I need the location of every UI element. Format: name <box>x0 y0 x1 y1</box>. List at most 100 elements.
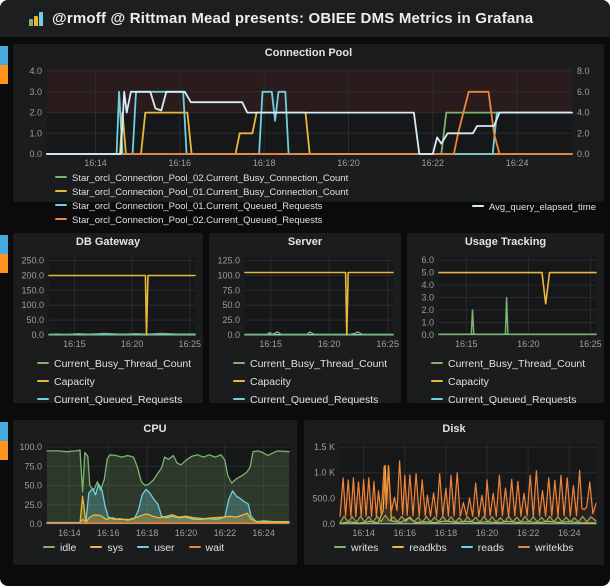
svg-text:8.0: 8.0 <box>577 66 590 76</box>
legend-label: Star_orcl_Connection_Pool_01.Current_Bus… <box>72 187 349 198</box>
legend-color-dash-icon <box>392 546 405 548</box>
legend-color-dash-icon <box>90 546 103 548</box>
legend-item-sys[interactable]: sys <box>90 542 123 554</box>
legend-label: Current_Queued_Requests <box>54 394 183 406</box>
panel-title-disk[interactable]: Disk <box>304 420 604 438</box>
svg-text:0.0: 0.0 <box>577 149 590 159</box>
svg-text:16:15: 16:15 <box>63 339 86 349</box>
legend-color-dash-icon <box>55 176 67 178</box>
legend-item-readkbs[interactable]: readkbs <box>392 542 447 554</box>
svg-text:250.0: 250.0 <box>21 256 44 266</box>
legend-color-dash-icon <box>137 546 150 548</box>
svg-text:16:20: 16:20 <box>121 339 144 349</box>
svg-text:50.0: 50.0 <box>222 300 240 310</box>
legend-color-dash-icon <box>431 380 443 382</box>
cpu-chart[interactable]: 16:14 16:16 16:18 16:20 16:22 16:24 0.0 25.0 50.… <box>13 438 295 540</box>
legend-item-star-orcl-connection-pool-01-current-busy-connection-count[interactable]: Star_orcl_Connection_Pool_01.Current_Bus… <box>55 187 348 198</box>
legend-label: writekbs <box>535 542 574 554</box>
svg-text:0.0: 0.0 <box>421 330 434 340</box>
legend-label: Capacity <box>448 376 489 388</box>
grafana-dashboard: @rmoff @ Rittman Mead presents: OBIEE DM… <box>0 0 610 586</box>
svg-text:16:16: 16:16 <box>97 528 120 538</box>
row-toggle-bottom-row[interactable] <box>0 422 8 460</box>
legend-label: Current_Busy_Thread_Count <box>54 358 192 370</box>
legend-color-dash-icon <box>188 546 201 548</box>
svg-text:100.0: 100.0 <box>19 442 42 452</box>
legend-item-current-queued-requests[interactable]: Current_Queued_Requests <box>431 391 604 409</box>
legend-item-avg-query-elapsed-time[interactable]: Avg_query_elapsed_time <box>471 202 596 213</box>
legend-color-dash-icon <box>233 398 245 400</box>
svg-text:0.0: 0.0 <box>322 519 335 529</box>
svg-text:16:20: 16:20 <box>476 528 499 538</box>
legend-item-idle[interactable]: idle <box>43 542 76 554</box>
svg-text:2.0: 2.0 <box>421 305 434 315</box>
disk-legend: writes readkbs reads writekbs <box>304 540 604 554</box>
svg-text:16:25: 16:25 <box>179 339 201 349</box>
legend-color-dash-icon <box>55 190 67 192</box>
legend-label: Capacity <box>54 376 95 388</box>
legend-item-capacity[interactable]: Capacity <box>431 373 604 391</box>
legend-color-dash-icon <box>37 362 49 364</box>
svg-text:200.0: 200.0 <box>21 271 44 281</box>
svg-text:16:16: 16:16 <box>169 158 192 168</box>
server-legend: Current_Busy_Thread_Count Capacity Current… <box>209 351 401 409</box>
usage-tracking-chart[interactable]: 16:15 16:20 16:25 0.0 1.0 2.0 3.0 4.0 5.0 6.0 <box>407 251 602 351</box>
svg-text:0.0: 0.0 <box>29 149 42 159</box>
panel-title-db-gateway[interactable]: DB Gateway <box>13 233 203 251</box>
legend-item-current-queued-requests[interactable]: Current_Queued_Requests <box>37 391 203 409</box>
panel-title-cpu[interactable]: CPU <box>13 420 297 438</box>
svg-text:4.0: 4.0 <box>421 280 434 290</box>
panel-title-connection-pool[interactable]: Connection Pool <box>13 44 604 62</box>
server-chart[interactable]: 16:15 16:20 16:25 0.0 25.0 50.0 75.0 100.0 125.0 <box>209 251 399 351</box>
svg-text:6.0: 6.0 <box>421 255 434 265</box>
legend-label: readkbs <box>409 542 447 554</box>
grafana-logo-icon <box>29 11 43 26</box>
svg-text:16:18: 16:18 <box>435 528 458 538</box>
disk-chart[interactable]: 16:14 16:16 16:18 16:20 16:22 16:24 0.0 500.0 1.… <box>304 438 602 540</box>
row-toggle-connection-pool[interactable] <box>0 46 8 84</box>
legend-label: Avg_query_elapsed_time <box>488 202 596 213</box>
legend-item-capacity[interactable]: Capacity <box>233 373 401 391</box>
legend-item-current-busy-thread-count[interactable]: Current_Busy_Thread_Count <box>233 355 401 373</box>
svg-text:1.5 K: 1.5 K <box>314 442 335 452</box>
svg-text:16:18: 16:18 <box>136 528 159 538</box>
legend-item-writes[interactable]: writes <box>334 542 378 554</box>
svg-text:16:20: 16:20 <box>175 528 198 538</box>
legend-item-user[interactable]: user <box>137 542 175 554</box>
legend-item-current-busy-thread-count[interactable]: Current_Busy_Thread_Count <box>37 355 203 373</box>
svg-text:16:25: 16:25 <box>376 339 399 349</box>
legend-color-dash-icon <box>43 546 55 548</box>
legend-color-dash-icon <box>431 398 443 400</box>
legend-item-star-orcl-connection-pool-02-current-busy-connection-count[interactable]: Star_orcl_Connection_Pool_02.Current_Bus… <box>55 173 348 184</box>
panel-title-server[interactable]: Server <box>209 233 401 251</box>
svg-text:500.0: 500.0 <box>312 493 335 503</box>
svg-text:1.0 K: 1.0 K <box>314 468 335 478</box>
legend-label: Current_Busy_Thread_Count <box>250 358 388 370</box>
db-gateway-chart[interactable]: 16:15 16:20 16:25 0.0 50.0 100.0 150.0 200.0 250… <box>13 251 201 351</box>
legend-item-current-busy-thread-count[interactable]: Current_Busy_Thread_Count <box>431 355 604 373</box>
legend-item-wait[interactable]: wait <box>188 542 224 554</box>
svg-text:1.0: 1.0 <box>421 318 434 328</box>
legend-color-dash-icon <box>55 218 67 220</box>
svg-text:4.0: 4.0 <box>577 108 590 118</box>
panel-usage-tracking: Usage Tracking 16:15 16:20 16:25 0.0 1.0 2.0 3… <box>407 233 604 406</box>
svg-text:16:18: 16:18 <box>253 158 276 168</box>
legend-item-current-queued-requests[interactable]: Current_Queued_Requests <box>233 391 401 409</box>
connection-pool-chart[interactable]: 16:14 16:16 16:18 16:20 16:22 16:24 0.0 1.0 2.0 3… <box>13 62 602 170</box>
panel-title-usage-tracking[interactable]: Usage Tracking <box>407 233 604 251</box>
svg-text:16:22: 16:22 <box>422 158 445 168</box>
svg-text:16:20: 16:20 <box>318 339 341 349</box>
legend-item-reads[interactable]: reads <box>460 542 504 554</box>
svg-text:0.0: 0.0 <box>227 330 240 340</box>
legend-item-star-orcl-connection-pool-02-current-queued-requests[interactable]: Star_orcl_Connection_Pool_02.Current_Que… <box>55 215 322 226</box>
legend-item-writekbs[interactable]: writekbs <box>518 542 574 554</box>
svg-text:25.0: 25.0 <box>24 500 42 510</box>
row-toggle-middle-row[interactable] <box>0 235 8 273</box>
svg-text:0.0: 0.0 <box>29 519 42 529</box>
legend-label: idle <box>60 542 77 554</box>
legend-color-dash-icon <box>460 546 473 548</box>
svg-text:4.0: 4.0 <box>29 66 42 76</box>
legend-label: Current_Queued_Requests <box>250 394 379 406</box>
legend-item-capacity[interactable]: Capacity <box>37 373 203 391</box>
svg-text:16:16: 16:16 <box>394 528 417 538</box>
